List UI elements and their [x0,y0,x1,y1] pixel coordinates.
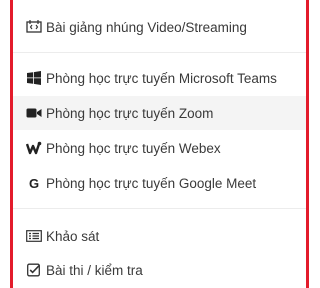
checkbox-icon [26,262,42,278]
embed-video-icon [26,19,42,35]
video-camera-icon [26,105,42,121]
menu-item-label: Bài giảng nhúng Video/Streaming [46,19,247,35]
menu-item-label: Phòng học trực tuyến Zoom [46,105,214,121]
menu-item-survey[interactable]: Khảo sát [13,219,306,253]
menu-item-zoom[interactable]: Phòng học trực tuyến Zoom [13,96,306,130]
webex-icon [26,140,42,156]
dropdown-menu: Bài giảng nhúng Video/Streaming Phòng họ… [10,0,309,288]
menu-item-label: Khảo sát [46,228,100,244]
windows-icon [26,70,42,86]
google-icon: G [28,175,40,191]
menu-item-webex[interactable]: Phòng học trực tuyến Webex [13,131,306,165]
divider [13,208,306,209]
menu-item-microsoft-teams[interactable]: Phòng học trực tuyến Microsoft Teams [13,61,306,95]
menu-item-google-meet[interactable]: G Phòng học trực tuyến Google Meet [13,166,306,200]
menu-item-label: Phòng học trực tuyến Webex [46,140,221,156]
divider [13,52,306,53]
menu-item-label: Phòng học trực tuyến Google Meet [46,175,257,191]
survey-icon [26,228,42,244]
menu-item-exam[interactable]: Bài thi / kiểm tra [13,253,306,287]
menu-item-label: Bài thi / kiểm tra [46,262,143,278]
menu-item-label: Phòng học trực tuyến Microsoft Teams [46,70,277,86]
menu-item-embed-video[interactable]: Bài giảng nhúng Video/Streaming [13,10,306,44]
